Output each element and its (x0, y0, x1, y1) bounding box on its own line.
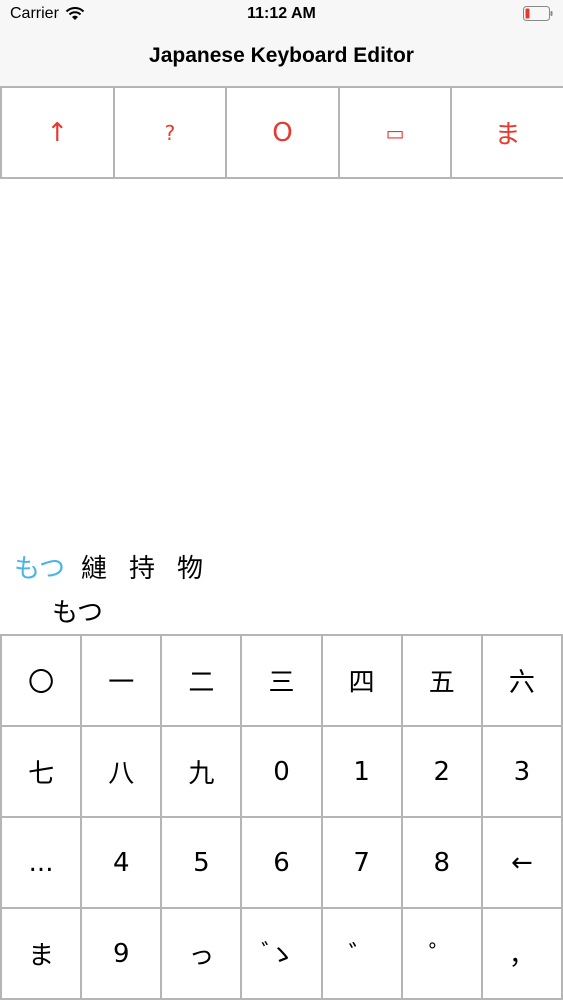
key[interactable]: 9 (82, 909, 163, 1000)
key[interactable]: 九 (162, 727, 243, 818)
shift-button[interactable]: ↑ (0, 88, 115, 177)
key[interactable]: ゙ゝ (242, 909, 323, 1000)
candidate-item[interactable]: 縺 (81, 548, 113, 588)
help-button[interactable]: ? (114, 88, 228, 177)
up-arrow-icon: ↑ (46, 117, 69, 148)
app-screen: Carrier 11:12 AM Japanese Keyboard Edito… (0, 0, 563, 1000)
key[interactable]: 八 (82, 727, 163, 818)
key[interactable]: 1 (322, 727, 403, 818)
candidate-item[interactable]: 持 (129, 548, 161, 588)
clock: 11:12 AM (247, 5, 316, 22)
candidate-bar: もつ 縺 持 物 (14, 548, 209, 588)
key[interactable]: 七 (2, 727, 83, 818)
editor-toolbar: ↑ ? O ▭ ま (0, 86, 563, 179)
key[interactable]: 0 (242, 727, 323, 818)
o-label: O (272, 117, 293, 148)
key[interactable]: 6 (242, 818, 323, 909)
key[interactable]: 3 (482, 727, 563, 818)
key[interactable]: っ (162, 909, 243, 1000)
ma-button[interactable]: ま (452, 88, 563, 177)
keyboard: 〇 一 二 三 四 五 六 七 八 九 0 1 2 3 ... 4 5 6 7 … (0, 634, 563, 1000)
key[interactable]: 8 (402, 818, 483, 909)
key[interactable]: 2 (402, 727, 483, 818)
status-bar: Carrier 11:12 AM (0, 0, 563, 30)
key[interactable]: 5 (162, 818, 243, 909)
key[interactable]: 一 (82, 636, 163, 727)
box-button[interactable]: ▭ (339, 88, 453, 177)
handakuten-key[interactable]: ゜ (402, 909, 483, 1000)
box-icon: ▭ (385, 120, 405, 145)
dakuten-key[interactable]: ゛ (322, 909, 403, 1000)
ma-label: ま (494, 120, 521, 150)
battery-low-icon (523, 6, 553, 21)
key[interactable]: 六 (482, 636, 563, 727)
composing-text: もつ (52, 598, 103, 628)
navigation-bar: Japanese Keyboard Editor (0, 30, 563, 86)
candidate-item[interactable]: 物 (177, 548, 209, 588)
key[interactable]: 四 (322, 636, 403, 727)
key[interactable]: ま (2, 909, 83, 1000)
key[interactable]: 7 (322, 818, 403, 909)
key[interactable]: 五 (402, 636, 483, 727)
backspace-key[interactable]: ← (482, 818, 563, 909)
key[interactable]: 二 (162, 636, 243, 727)
key[interactable]: 4 (82, 818, 163, 909)
question-icon: ? (164, 120, 176, 145)
comma-key[interactable]: ， (482, 909, 563, 1000)
page-title: Japanese Keyboard Editor (149, 44, 414, 67)
key[interactable]: 〇 (2, 636, 83, 727)
ellipsis-key[interactable]: ... (2, 818, 83, 909)
key[interactable]: 三 (242, 636, 323, 727)
candidate-item[interactable]: もつ (14, 548, 65, 588)
o-button[interactable]: O (227, 88, 340, 177)
